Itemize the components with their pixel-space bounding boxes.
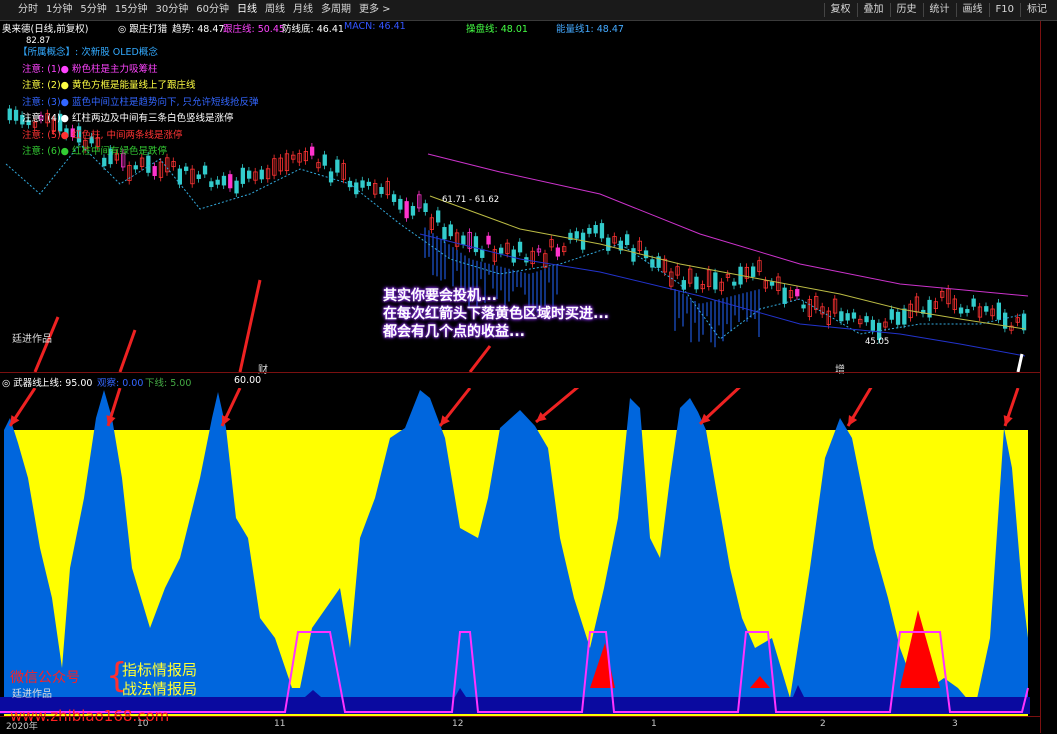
tool-button-6[interactable]: 标记 bbox=[1020, 3, 1053, 17]
macn-value: MACN: 46.41 bbox=[344, 21, 406, 32]
legend-line-5: 注意: (5)● 红色柱, 中间两条线是涨停 bbox=[22, 129, 183, 141]
buy-arrow-7-head bbox=[1003, 415, 1013, 426]
date-axis: 2020年 10 11 12 1 2 3 bbox=[0, 716, 1040, 734]
indicator2-name[interactable]: ◎ 武器线 bbox=[2, 375, 42, 389]
arrow-upper-3 bbox=[468, 345, 492, 372]
period-toolbar: 分时 1分钟 5分钟 15分钟 30分钟 60分钟 日线 周线 月线 多周期 更多 > 复权 叠加 历史… bbox=[0, 0, 1057, 21]
axis-label-3: 12 bbox=[452, 719, 464, 729]
indicator2-upper: 上线: 95.00 bbox=[40, 378, 93, 389]
axis-label-6: 3 bbox=[952, 719, 958, 729]
buy-arrow-5 bbox=[698, 388, 741, 426]
period-tab-3[interactable]: 15分钟 bbox=[111, 4, 152, 16]
wechat-label: 微信公众号 bbox=[10, 670, 80, 686]
legend-line-1: 注意: (1)● 粉色柱是主力吸筹柱 bbox=[22, 63, 158, 75]
follow-value: 跟庄线: 50.45 bbox=[223, 24, 285, 35]
period-tab-0[interactable]: 分时 bbox=[14, 4, 42, 16]
panel-divider[interactable] bbox=[0, 372, 1040, 373]
legend-line-3: 注意: (3)● 蓝色中间立柱是趋势向下, 只允许短线抢反弹 bbox=[22, 96, 259, 108]
period-tab-9[interactable]: 多周期 bbox=[317, 4, 355, 16]
axis-label-2: 11 bbox=[274, 719, 286, 729]
operation-value: 操盘线: 48.01 bbox=[466, 24, 528, 35]
indicator2-value: 60.00 bbox=[234, 375, 262, 386]
period-tab-2[interactable]: 5分钟 bbox=[76, 4, 110, 16]
period-tab-4[interactable]: 30分钟 bbox=[151, 4, 192, 16]
period-tab-1[interactable]: 1分钟 bbox=[42, 4, 76, 16]
annotation-callout: 其实你要会投机... 在每次红箭头下落黄色区域时买进... 都会有几个点的收益.… bbox=[383, 287, 609, 341]
callout-line-1: 其实你要会投机... bbox=[383, 288, 497, 304]
promo-line-2: 战法情报局 bbox=[122, 680, 198, 698]
stock-title: 奥来德(日线,前复权) bbox=[2, 24, 89, 35]
legend-line-2: 注意: (2)● 黄色方框是能量线上了跟庄线 bbox=[22, 80, 196, 91]
watermark-bottom: 廷进作品 bbox=[12, 689, 52, 700]
callout-line-3: 都会有几个点的收益... bbox=[383, 324, 525, 340]
indicator2-lower: 下线: 5.00 bbox=[145, 378, 192, 389]
arrow-upper-1 bbox=[118, 329, 137, 372]
price-info-line: 奥来德(日线,前复权) ◎ 跟庄打猎 趋势: 48.47 跟庄线: 50.45 … bbox=[0, 21, 1057, 35]
tool-button-4[interactable]: 画线 bbox=[955, 3, 989, 17]
legend-line-6: 注意: (6)● 红柱中间有绿色是跌停 bbox=[22, 146, 167, 157]
event-label-zeng: 增 bbox=[835, 365, 845, 376]
period-tab-8[interactable]: 月线 bbox=[289, 4, 317, 16]
arrow-upper-2 bbox=[238, 279, 262, 372]
arrow-upper-4 bbox=[1016, 353, 1024, 372]
trend-value: 趋势: 48.47 bbox=[172, 24, 225, 35]
period-tabs: 分时 1分钟 5分钟 15分钟 30分钟 60分钟 日线 周线 月线 多周期 更多 > bbox=[14, 4, 395, 16]
indicator-info-line: ◎ 武器线 上线: 95.00 观察: 0.00 下线: 5.00 60.00 bbox=[0, 375, 1057, 389]
indicator2-ai: 观察: 0.00 bbox=[97, 378, 144, 389]
period-tab-10[interactable]: 更多 > bbox=[355, 4, 395, 16]
axis-label-0: 2020年 bbox=[6, 722, 38, 732]
tool-button-3[interactable]: 统计 bbox=[922, 3, 956, 17]
buy-arrow-4 bbox=[535, 388, 580, 424]
period-tab-7[interactable]: 周线 bbox=[261, 4, 289, 16]
right-scale-strip bbox=[1040, 21, 1057, 733]
watermark-top: 廷进作品 bbox=[12, 334, 52, 345]
promo-line-1: 指标情报局 bbox=[122, 661, 198, 679]
axis-label-4: 1 bbox=[651, 719, 657, 729]
tool-button-0[interactable]: 复权 bbox=[823, 3, 857, 17]
energy-value: 能量线1: 48.47 bbox=[556, 24, 624, 35]
follow-bottom-value: 防线底: 46.41 bbox=[282, 24, 344, 35]
period-tab-6[interactable]: 日线 bbox=[233, 4, 261, 16]
price-mid-label: 61.71 - 61.62 bbox=[442, 195, 499, 205]
callout-line-2: 在每次红箭头下落黄色区域时买进... bbox=[383, 306, 609, 322]
tool-buttons: 复权 叠加 历史 统计 画线 F10 标记 bbox=[823, 3, 1053, 17]
axis-label-1: 10 bbox=[137, 719, 149, 729]
tool-button-2[interactable]: 历史 bbox=[889, 3, 923, 17]
legend-line-4: 注意: (4)● 红柱两边及中间有三条白色竖线是涨停 bbox=[22, 113, 234, 124]
tool-button-1[interactable]: 叠加 bbox=[856, 3, 890, 17]
legend-line-0: 【所属概念】: 次新股 OLED概念 bbox=[18, 47, 158, 58]
price-low-label: 45.05 bbox=[865, 337, 889, 347]
event-label-cai: 财 bbox=[258, 365, 268, 376]
indicator-name[interactable]: ◎ 跟庄打猎 bbox=[118, 21, 167, 35]
axis-label-5: 2 bbox=[820, 719, 826, 729]
tool-button-5[interactable]: F10 bbox=[988, 3, 1020, 17]
period-tab-5[interactable]: 60分钟 bbox=[192, 4, 233, 16]
